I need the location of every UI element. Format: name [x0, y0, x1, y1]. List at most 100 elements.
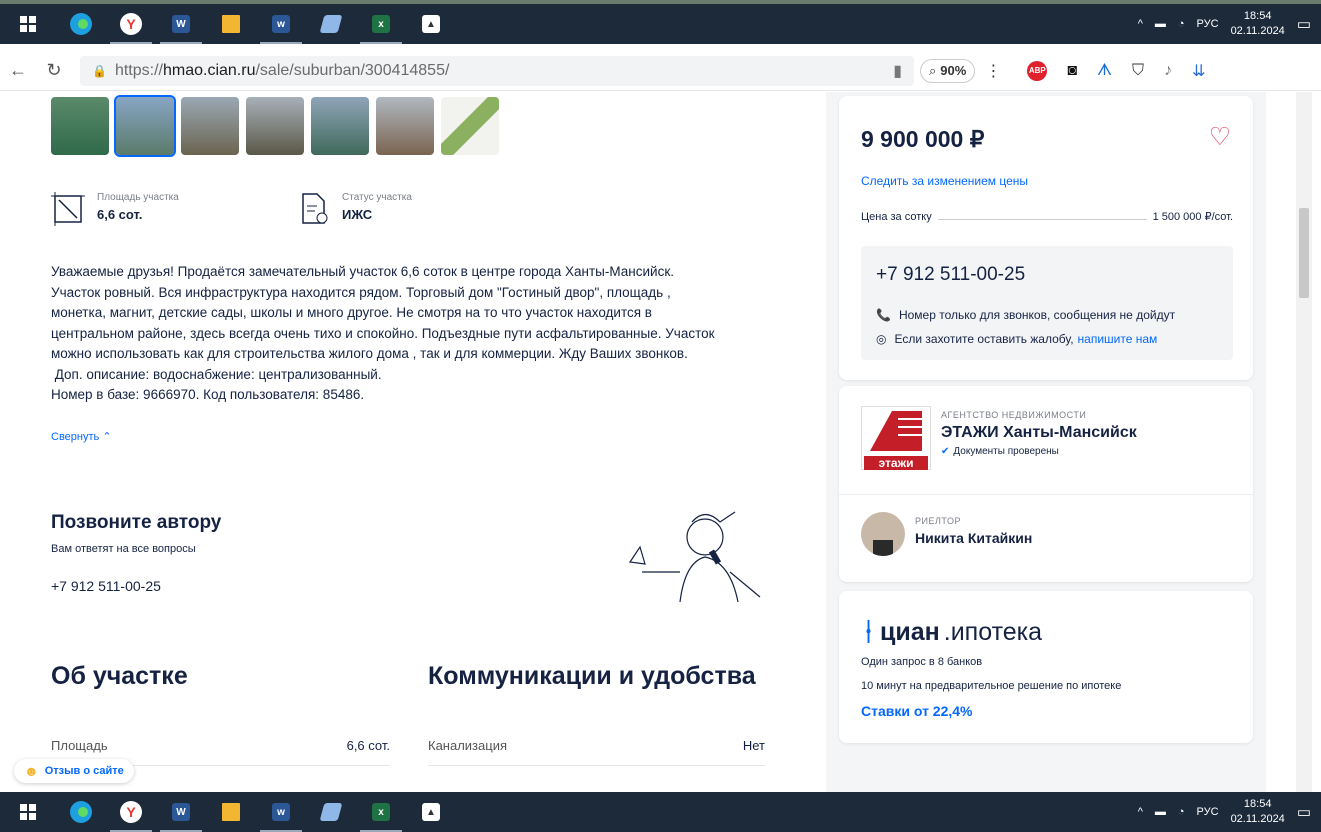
- lock-icon: 🔒: [92, 63, 107, 78]
- call-author-title: Позвоните автору: [51, 512, 222, 533]
- feature-label: Площадь участка: [97, 192, 179, 203]
- phone-icon: 📞: [876, 308, 891, 322]
- browser-toolbar: ← ↻ 🔒 https://hmao.cian.ru/sale/suburban…: [0, 51, 1321, 91]
- word-doc-icon[interactable]: w: [256, 4, 306, 44]
- collapse-link[interactable]: Свернуть ⌃: [51, 430, 112, 443]
- menu-dots-icon[interactable]: ⋮: [985, 61, 1001, 81]
- agency-name[interactable]: ЭТАЖИ Ханты-Мансийск: [941, 424, 1137, 442]
- photo-thumb[interactable]: [376, 97, 434, 155]
- wifi-icon[interactable]: ◔: [1178, 806, 1185, 818]
- address-bar[interactable]: 🔒 https://hmao.cian.ru/sale/suburban/300…: [80, 55, 914, 86]
- complaint-link[interactable]: напишите нам: [1078, 332, 1158, 346]
- clock[interactable]: 18:54 02.11.2024: [1231, 9, 1285, 39]
- notifications-icon[interactable]: ▭: [1297, 803, 1311, 821]
- agency-logo[interactable]: этажи: [861, 406, 931, 470]
- page-content: Площадь участка 6,6 сот. Статус участка …: [0, 92, 1295, 792]
- area-icon: [51, 192, 85, 226]
- notes-icon[interactable]: [306, 792, 356, 832]
- realtor-name[interactable]: Никита Китайкин: [915, 530, 1032, 546]
- price-card: 9 900 000 ₽ ♡ Следить за изменением цены…: [839, 96, 1253, 380]
- time: 18:54: [1243, 798, 1272, 810]
- description-line: Номер в базе: 9666970. Код пользователя:…: [51, 387, 365, 402]
- excel-icon[interactable]: x: [356, 792, 406, 832]
- complaint-note: ◎ Если захотите оставить жалобу, напишите …: [876, 332, 1157, 346]
- translate-icon[interactable]: ⛉: [1132, 62, 1144, 80]
- reload-icon[interactable]: ↻: [36, 60, 72, 81]
- word-icon[interactable]: W: [156, 792, 206, 832]
- chevron-up-icon[interactable]: ^: [1138, 806, 1143, 818]
- notifications-icon[interactable]: ▭: [1297, 15, 1311, 33]
- phone-box: +7 912 511-00-25 📞 Номер только для звонк…: [861, 246, 1233, 360]
- file-explorer-icon[interactable]: [206, 4, 256, 44]
- collapse-label: Свернуть: [51, 431, 100, 443]
- photos-icon[interactable]: ▲: [406, 4, 456, 44]
- yandex-browser-icon[interactable]: Y: [106, 792, 156, 832]
- dotted-leader: [937, 214, 1147, 220]
- description-line: центральном районе, здесь всегда очень т…: [51, 325, 715, 341]
- start-button[interactable]: [0, 804, 56, 820]
- realtor-avatar[interactable]: [861, 512, 905, 556]
- price-per-sotka: Цена за сотку 1 500 000 ₽/сот.: [861, 210, 1233, 224]
- file-explorer-icon[interactable]: [206, 792, 256, 832]
- taskbar-top: Y W w x ▲ ^ ▬ ◔ РУС 18:54 02.11.2024 ▭: [0, 4, 1321, 44]
- word-icon[interactable]: W: [156, 4, 206, 44]
- photos-icon[interactable]: ▲: [406, 792, 456, 832]
- excel-icon[interactable]: x: [356, 4, 406, 44]
- call-author-phone[interactable]: +7 912 511-00-25: [51, 578, 161, 594]
- verified-badge: ✔ Документы проверены: [941, 446, 1137, 457]
- language-indicator[interactable]: РУС: [1197, 18, 1219, 30]
- scrollbar-thumb[interactable]: [1299, 208, 1309, 298]
- watch-price-link[interactable]: Следить за изменением цены: [861, 174, 1028, 188]
- brand-bold: циан: [880, 618, 940, 646]
- time: 18:54: [1243, 10, 1272, 22]
- agency-logo-building: [870, 411, 922, 451]
- downloads-icon[interactable]: ⇊: [1192, 61, 1205, 81]
- battery-icon[interactable]: ▬: [1155, 806, 1166, 818]
- mortgage-rates-link[interactable]: Ставки от 22,4%: [861, 703, 973, 719]
- favorite-heart-icon[interactable]: ♡: [1209, 122, 1231, 152]
- realtor-info: РИЕЛТОР Никита Китайкин: [915, 516, 1032, 546]
- battery-icon[interactable]: ▬: [1155, 18, 1166, 30]
- agency-info: АГЕНТСТВО НЕДВИЖИМОСТИ ЭТАЖИ Ханты-Манси…: [941, 410, 1137, 457]
- photo-thumb-selected[interactable]: [114, 95, 176, 157]
- row-label: Площадь: [51, 738, 108, 753]
- call-author-subtitle: Вам ответят на все вопросы: [51, 543, 196, 555]
- yandex-browser-icon[interactable]: Y: [106, 4, 156, 44]
- incognito-icon[interactable]: ◙: [1067, 62, 1077, 80]
- chevron-up-icon[interactable]: ^: [1138, 18, 1143, 30]
- girl-phone-illustration: [628, 511, 761, 602]
- word-doc-icon[interactable]: w: [256, 792, 306, 832]
- site-feedback-button[interactable]: ☻ Отзыв о сайте: [14, 759, 134, 783]
- pin-extension-icon[interactable]: ᗑ: [1097, 62, 1112, 80]
- system-tray: ^ ▬ ◔ РУС 18:54 02.11.2024 ▭: [1138, 9, 1321, 39]
- adblock-icon[interactable]: ABP: [1027, 60, 1048, 81]
- back-arrow-icon[interactable]: ←: [0, 60, 36, 81]
- feature-status: Статус участка ИЖС: [300, 192, 412, 226]
- edge-icon[interactable]: [56, 792, 106, 832]
- language-indicator[interactable]: РУС: [1197, 806, 1219, 818]
- page-scrollbar[interactable]: [1296, 92, 1312, 792]
- edge-icon[interactable]: [56, 4, 106, 44]
- row-value: Нет: [742, 738, 765, 753]
- feature-area: Площадь участка 6,6 сот.: [51, 192, 179, 226]
- notes-icon[interactable]: [306, 4, 356, 44]
- seller-phone[interactable]: +7 912 511-00-25: [876, 264, 1025, 286]
- verified-text: Документы проверены: [953, 446, 1059, 457]
- wifi-icon[interactable]: ◔: [1178, 18, 1185, 30]
- bookmark-icon[interactable]: ▮: [893, 61, 902, 81]
- clock[interactable]: 18:54 02.11.2024: [1231, 797, 1285, 827]
- zoom-indicator[interactable]: ⌕ 90%: [920, 58, 976, 83]
- start-button[interactable]: [0, 16, 56, 32]
- agency-card: этажи АГЕНТСТВО НЕДВИЖИМОСТИ ЭТАЖИ Ханты…: [839, 386, 1253, 582]
- photo-thumb[interactable]: [311, 97, 369, 155]
- photo-thumb[interactable]: [51, 97, 109, 155]
- description-line: Доп. описание: водоснабжение: централизо…: [51, 366, 382, 382]
- windows-icon: [20, 16, 36, 32]
- zoom-magnifier-icon: ⌕: [929, 62, 937, 78]
- divider: [839, 494, 1253, 495]
- photo-thumb-plan[interactable]: [441, 97, 499, 155]
- photo-thumb[interactable]: [246, 97, 304, 155]
- music-icon[interactable]: ♪: [1164, 62, 1172, 80]
- description-line: Уважаемые друзья! Продаётся замечательны…: [51, 264, 674, 279]
- photo-thumb[interactable]: [181, 97, 239, 155]
